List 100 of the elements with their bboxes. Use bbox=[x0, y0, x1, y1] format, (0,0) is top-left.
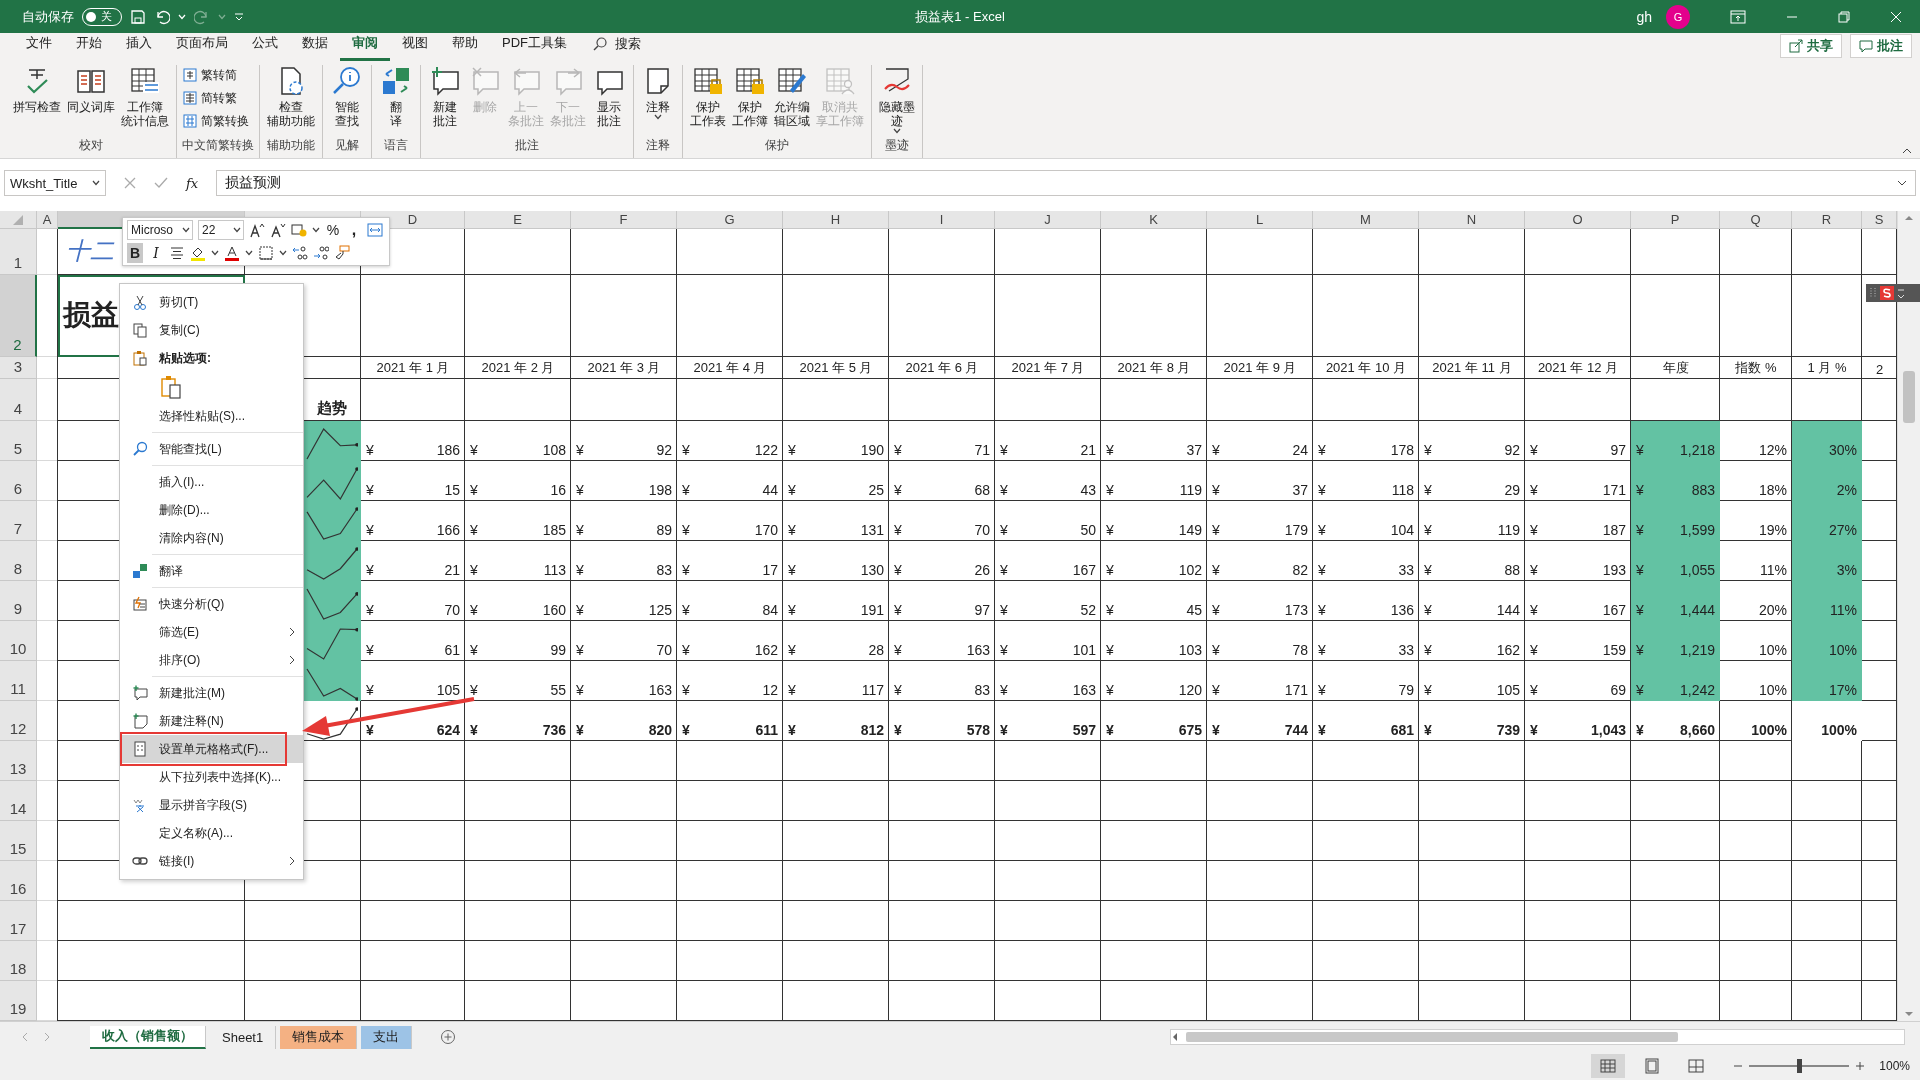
amount-value: 44 bbox=[762, 482, 778, 498]
currency-symbol: ¥ bbox=[576, 482, 584, 498]
amount-value: 597 bbox=[1072, 722, 1096, 738]
amount-value: 89 bbox=[656, 522, 672, 538]
amount-value: 68 bbox=[974, 482, 990, 498]
currency-symbol: ¥ bbox=[1000, 562, 1008, 578]
currency-symbol: ¥ bbox=[1636, 722, 1644, 738]
currency-symbol: ¥ bbox=[682, 602, 690, 618]
amount-value: 191 bbox=[860, 602, 884, 618]
amount-value: 24 bbox=[1292, 442, 1308, 458]
column-heading: 2021 年 12 月 bbox=[1536, 359, 1620, 377]
currency-symbol: ¥ bbox=[366, 602, 374, 618]
currency-symbol: ¥ bbox=[894, 602, 902, 618]
amount-value: 179 bbox=[1284, 522, 1308, 538]
amount-value: 84 bbox=[762, 602, 778, 618]
amount-value: 37 bbox=[1186, 442, 1202, 458]
amount-value: 173 bbox=[1284, 602, 1308, 618]
amount-value: 744 bbox=[1284, 722, 1308, 738]
currency-symbol: ¥ bbox=[470, 482, 478, 498]
currency-symbol: ¥ bbox=[894, 442, 902, 458]
table-cell: 3% bbox=[1792, 541, 1862, 581]
column-heading: 2021 年 2 月 bbox=[480, 359, 556, 377]
currency-symbol: ¥ bbox=[576, 642, 584, 658]
currency-symbol: ¥ bbox=[788, 442, 796, 458]
currency-symbol: ¥ bbox=[470, 522, 478, 538]
currency-symbol: ¥ bbox=[788, 602, 796, 618]
currency-symbol: ¥ bbox=[576, 602, 584, 618]
currency-symbol: ¥ bbox=[366, 442, 374, 458]
amount-value: 99 bbox=[550, 642, 566, 658]
currency-symbol: ¥ bbox=[1000, 722, 1008, 738]
amount-value: 190 bbox=[860, 442, 884, 458]
currency-symbol: ¥ bbox=[1530, 642, 1538, 658]
column-heading: 2021 年 4 月 bbox=[692, 359, 768, 377]
currency-symbol: ¥ bbox=[1530, 682, 1538, 698]
amount-value: 8,660 bbox=[1679, 722, 1715, 738]
currency-symbol: ¥ bbox=[576, 682, 584, 698]
amount-value: 193 bbox=[1602, 562, 1626, 578]
amount-value: 70 bbox=[656, 642, 672, 658]
currency-symbol: ¥ bbox=[1000, 682, 1008, 698]
amount-value: 130 bbox=[860, 562, 884, 578]
column-heading: 2021 年 6 月 bbox=[904, 359, 980, 377]
currency-symbol: ¥ bbox=[1530, 522, 1538, 538]
amount-value: 131 bbox=[860, 522, 884, 538]
group-label: 批注 bbox=[514, 137, 540, 154]
currency-symbol: ¥ bbox=[1636, 522, 1644, 538]
currency-symbol: ¥ bbox=[1212, 722, 1220, 738]
amount-value: 160 bbox=[542, 602, 566, 618]
currency-symbol: ¥ bbox=[1424, 602, 1432, 618]
column-heading: 2021 年 7 月 bbox=[1010, 359, 1086, 377]
amount-value: 166 bbox=[436, 522, 460, 538]
amount-value: 105 bbox=[1496, 682, 1520, 698]
currency-symbol: ¥ bbox=[576, 522, 584, 538]
amount-value: 45 bbox=[1186, 602, 1202, 618]
currency-symbol: ¥ bbox=[682, 442, 690, 458]
currency-symbol: ¥ bbox=[470, 602, 478, 618]
table-cell-text: 100% bbox=[1750, 721, 1788, 740]
amount-value: 736 bbox=[542, 722, 566, 738]
currency-symbol: ¥ bbox=[1106, 642, 1114, 658]
amount-value: 37 bbox=[1292, 482, 1308, 498]
currency-symbol: ¥ bbox=[1424, 562, 1432, 578]
table-cell-text: 19% bbox=[1757, 521, 1788, 540]
group-label: 注释 bbox=[645, 137, 671, 154]
sheet-subtitle: 十二 bbox=[66, 235, 114, 266]
amount-value: 78 bbox=[1292, 642, 1308, 658]
currency-symbol: ¥ bbox=[366, 482, 374, 498]
window-title: 损益表1 - Excel bbox=[915, 7, 1005, 26]
column-heading: 趋势 bbox=[316, 398, 348, 418]
amount-value: 883 bbox=[1691, 482, 1715, 498]
user-name: gh bbox=[1636, 8, 1652, 25]
amount-value: 187 bbox=[1602, 522, 1626, 538]
amount-value: 136 bbox=[1390, 602, 1414, 618]
amount-value: 171 bbox=[1602, 482, 1626, 498]
currency-symbol: ¥ bbox=[682, 562, 690, 578]
currency-symbol: ¥ bbox=[894, 722, 902, 738]
amount-value: 50 bbox=[1080, 522, 1096, 538]
amount-value: 186 bbox=[436, 442, 460, 458]
currency-symbol: ¥ bbox=[1318, 522, 1326, 538]
amount-value: 97 bbox=[1610, 442, 1626, 458]
currency-symbol: ¥ bbox=[788, 522, 796, 538]
amount-value: 185 bbox=[542, 522, 566, 538]
currency-symbol: ¥ bbox=[1424, 682, 1432, 698]
currency-symbol: ¥ bbox=[1318, 602, 1326, 618]
amount-value: 611 bbox=[755, 722, 778, 738]
amount-value: 624 bbox=[436, 722, 460, 738]
currency-symbol: ¥ bbox=[1424, 522, 1432, 538]
amount-value: 1,599 bbox=[1679, 522, 1715, 538]
amount-value: 122 bbox=[754, 442, 778, 458]
group-label: 墨迹 bbox=[884, 137, 910, 154]
currency-symbol: ¥ bbox=[1106, 442, 1114, 458]
currency-symbol: ¥ bbox=[576, 722, 584, 738]
sheet-title: 损益 bbox=[63, 297, 119, 332]
amount-value: 92 bbox=[1504, 442, 1520, 458]
amount-value: 33 bbox=[1398, 562, 1414, 578]
column-heading: 2021 年 3 月 bbox=[586, 359, 662, 377]
currency-symbol: ¥ bbox=[788, 562, 796, 578]
currency-symbol: ¥ bbox=[788, 482, 796, 498]
amount-value: 15 bbox=[444, 482, 460, 498]
amount-value: 178 bbox=[1390, 442, 1414, 458]
amount-value: 1,444 bbox=[1679, 602, 1715, 618]
currency-symbol: ¥ bbox=[682, 482, 690, 498]
